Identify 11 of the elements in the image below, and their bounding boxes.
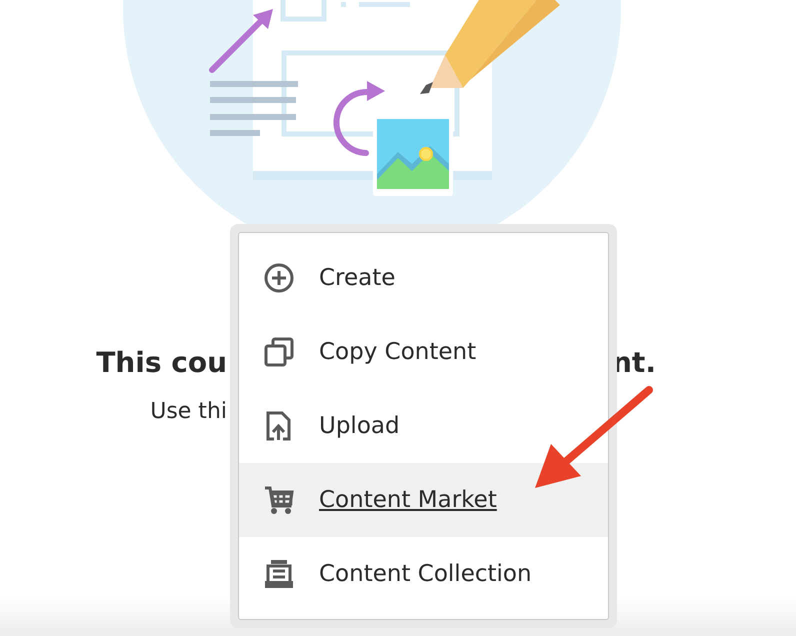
menu-item[interactable]: Content Collection bbox=[239, 537, 608, 611]
cart-icon bbox=[263, 484, 295, 516]
menu-item[interactable]: Content Market bbox=[239, 463, 608, 537]
description-text: Use thi bbox=[150, 398, 227, 426]
plus-circle-icon bbox=[263, 262, 295, 294]
heading: This cou bbox=[96, 345, 227, 381]
menu-item[interactable]: Create bbox=[239, 241, 608, 315]
copy-icon bbox=[263, 336, 295, 368]
menu-item[interactable]: Copy Content bbox=[239, 315, 608, 389]
collection-icon bbox=[263, 558, 295, 590]
menu-item[interactable]: Upload bbox=[239, 389, 608, 463]
